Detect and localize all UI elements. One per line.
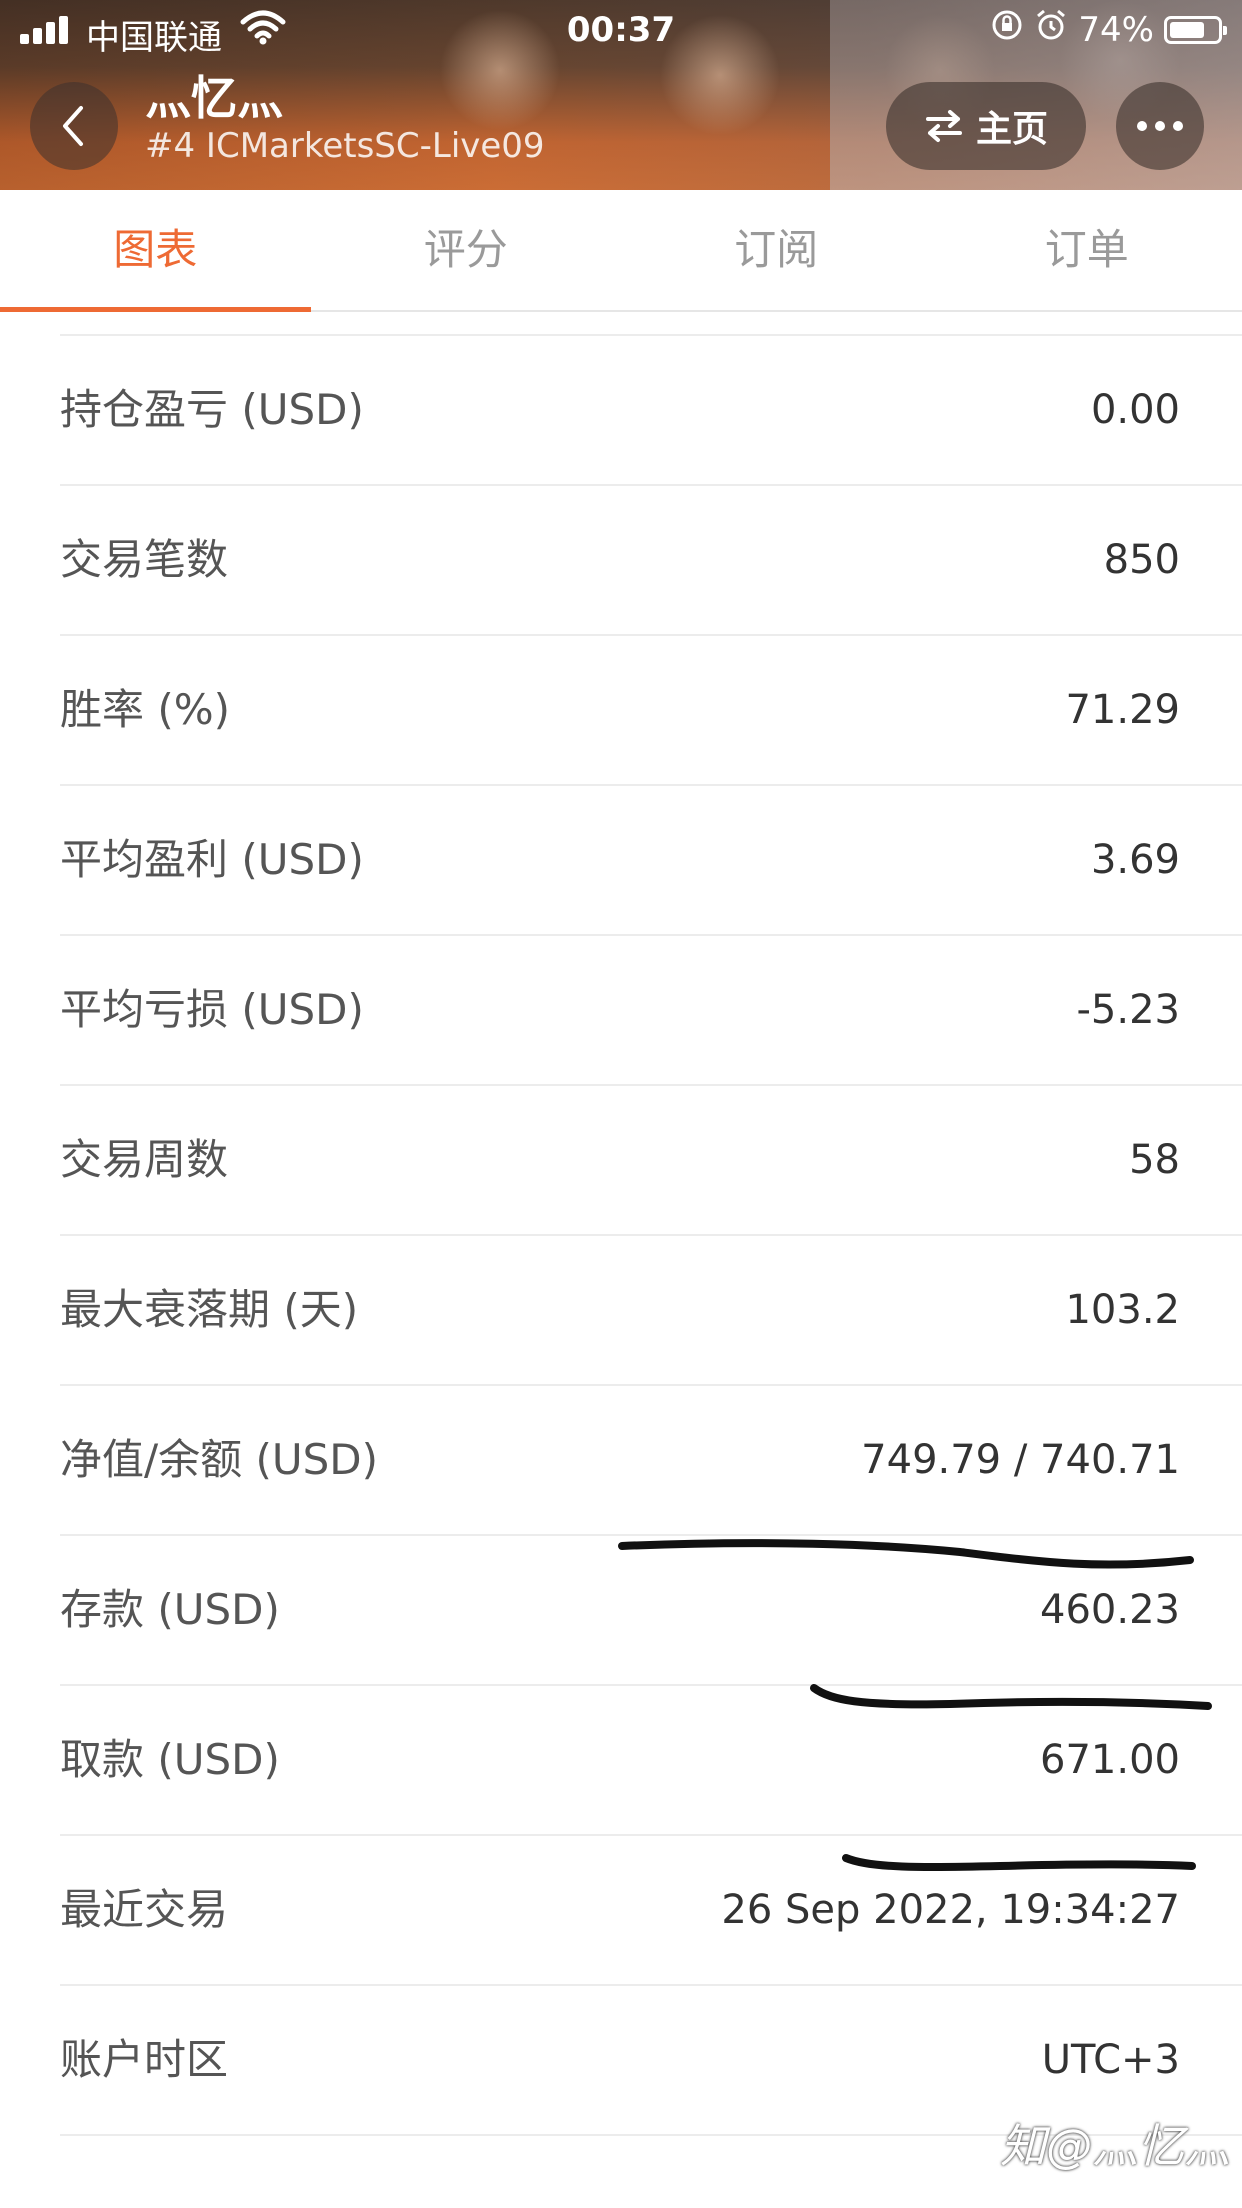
back-icon [63, 106, 83, 146]
stat-label: 胜率 (%) [60, 685, 231, 734]
stat-row-trading-weeks: 交易周数 58 [60, 1086, 1242, 1236]
rotation-lock-icon [990, 8, 1024, 51]
tab-subscribe[interactable]: 订阅 [621, 190, 932, 310]
tab-chart[interactable]: 图表 [0, 190, 311, 312]
stat-value: 103.2 [1065, 1287, 1180, 1333]
stat-value: 3.69 [1090, 837, 1180, 883]
app-header: 中国联通 00:37 74% 灬忆灬 #4 ICMarketsSC-Live09… [0, 0, 1242, 190]
stat-label: 最大衰落期 (天) [60, 1285, 359, 1334]
stat-label: 存款 (USD) [60, 1585, 280, 1634]
stat-label: 交易周数 [60, 1135, 229, 1184]
stats-list: 持仓盈亏 (USD) 0.00 交易笔数 850 胜率 (%) 71.29 平均… [60, 334, 1242, 2136]
alarm-icon [1034, 8, 1068, 51]
home-button-label: 主页 [975, 109, 1048, 150]
stat-label: 取款 (USD) [60, 1735, 280, 1784]
account-subtitle: #4 ICMarketsSC-Live09 [145, 126, 545, 166]
stat-row-avg-profit: 平均盈利 (USD) 3.69 [60, 786, 1242, 936]
stat-row-withdrawal: 取款 (USD) 671.00 [60, 1686, 1242, 1836]
stat-row-max-drawdown-period: 最大衰落期 (天) 103.2 [60, 1236, 1242, 1386]
stat-label: 持仓盈亏 (USD) [60, 385, 364, 434]
watermark: 知@灬忆灬 [1000, 2119, 1230, 2173]
stat-value: -5.23 [1076, 987, 1181, 1033]
page-title: 灬忆灬 [145, 71, 283, 125]
tab-orders[interactable]: 订单 [932, 190, 1242, 310]
stat-row-floating-pl: 持仓盈亏 (USD) 0.00 [60, 336, 1242, 486]
stat-value: 58 [1129, 1137, 1180, 1183]
stat-value: 460.23 [1040, 1587, 1180, 1633]
stat-value: 0.00 [1090, 387, 1180, 433]
battery-icon [1164, 15, 1227, 44]
stat-label: 最近交易 [60, 1885, 229, 1934]
stat-value: 71.29 [1065, 687, 1180, 733]
stat-row-win-rate: 胜率 (%) 71.29 [60, 636, 1242, 786]
stat-value: 26 Sep 2022, 19:34:27 [721, 1887, 1180, 1933]
stat-label: 净值/余额 (USD) [60, 1435, 379, 1484]
stat-row-last-trade: 最近交易 26 Sep 2022, 19:34:27 [60, 1836, 1242, 1986]
tab-rating[interactable]: 评分 [311, 190, 622, 310]
swap-icon [925, 110, 962, 142]
more-icon [1137, 121, 1183, 131]
stat-label: 账户时区 [60, 2035, 229, 2084]
stat-value: 671.00 [1040, 1737, 1180, 1783]
more-button[interactable] [1116, 82, 1204, 170]
stat-value: 749.79 / 740.71 [861, 1437, 1180, 1483]
status-bar: 中国联通 00:37 74% [0, 0, 1242, 60]
stat-row-equity-balance: 净值/余额 (USD) 749.79 / 740.71 [60, 1386, 1242, 1536]
stat-label: 平均盈利 (USD) [60, 835, 364, 884]
back-button[interactable] [30, 82, 118, 170]
stat-label: 平均亏损 (USD) [60, 985, 364, 1034]
stat-row-deposit: 存款 (USD) 460.23 [60, 1536, 1242, 1686]
stat-label: 交易笔数 [60, 535, 229, 584]
title-block: 灬忆灬 #4 ICMarketsSC-Live09 [145, 72, 545, 168]
tab-bar: 图表 评分 订阅 订单 [0, 190, 1242, 312]
battery-percent: 74% [1078, 9, 1154, 50]
stat-row-avg-loss: 平均亏损 (USD) -5.23 [60, 936, 1242, 1086]
home-button[interactable]: 主页 [886, 82, 1086, 170]
stat-row-trades: 交易笔数 850 [60, 486, 1242, 636]
stat-value: 850 [1103, 537, 1180, 583]
